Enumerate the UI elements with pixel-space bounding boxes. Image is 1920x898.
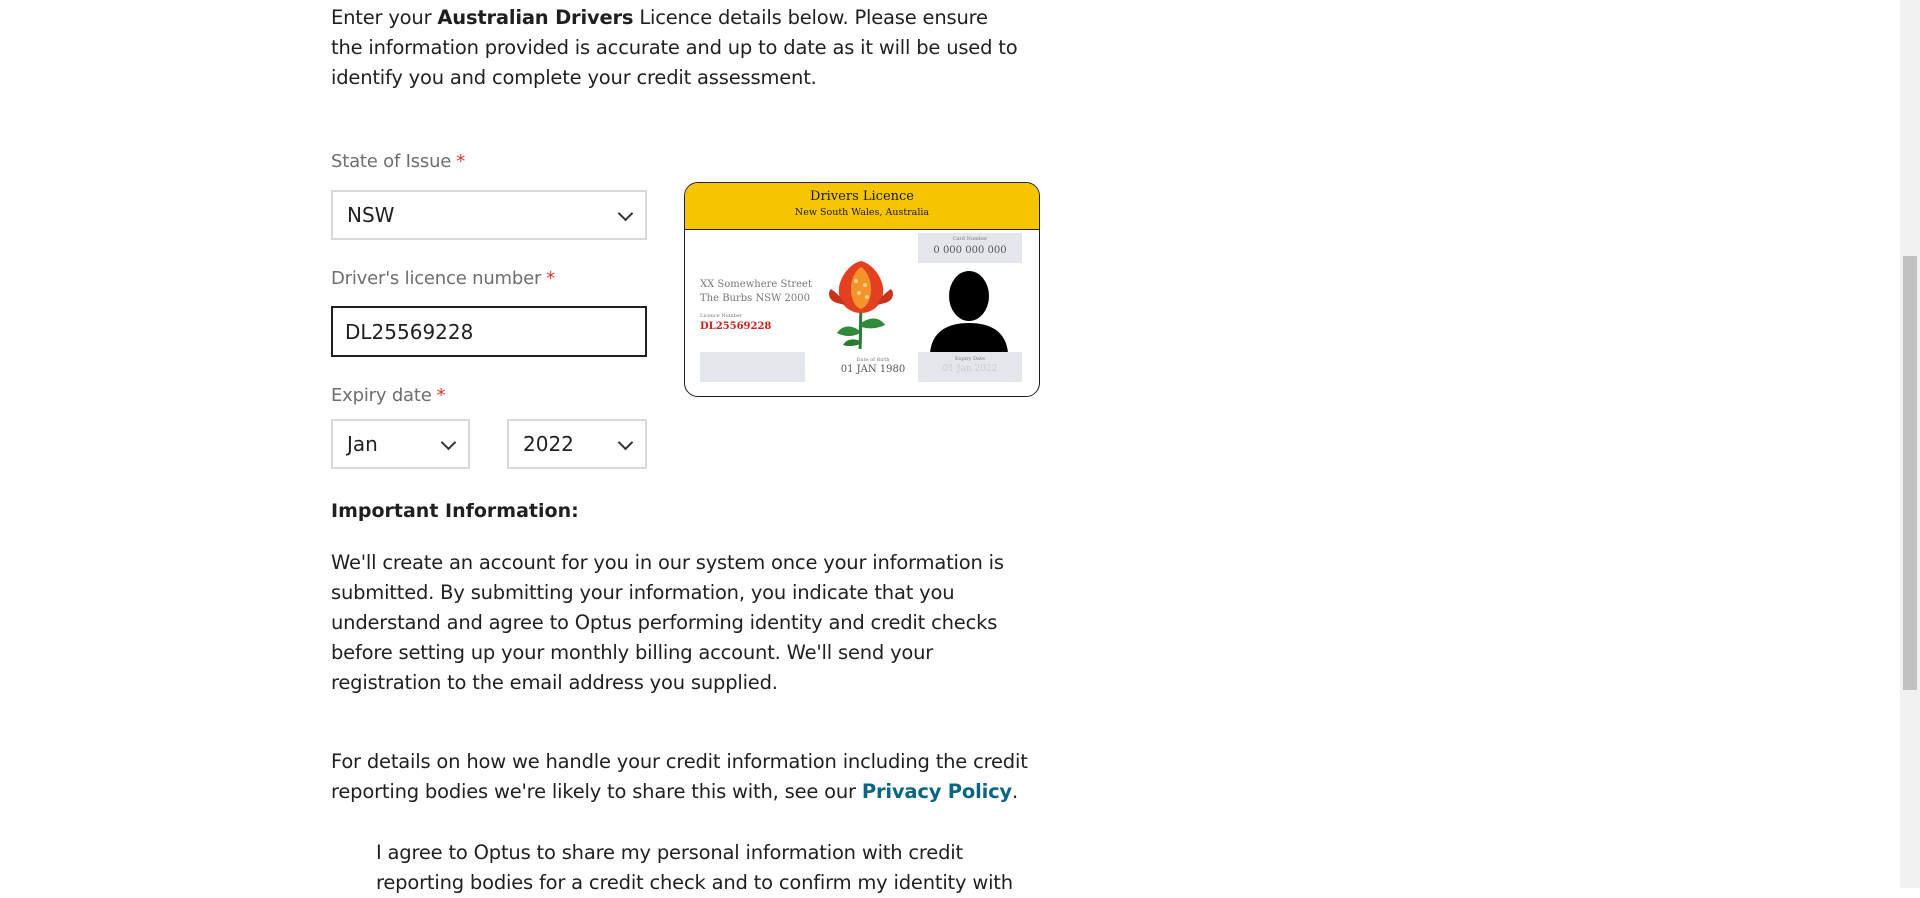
intro-bold: Australian Drivers xyxy=(437,6,634,29)
consent-text: I agree to Optus to share my personal in… xyxy=(376,841,1013,894)
expiry-year-select[interactable]: 2022 xyxy=(507,419,647,469)
card-licence-number: DL25569228 xyxy=(700,321,772,332)
intro-text: Enter your Australian Drivers Licence de… xyxy=(331,3,1021,93)
chevron-down-icon xyxy=(440,434,457,451)
state-of-issue-label: State of Issue * xyxy=(331,151,465,172)
scrollbar-track[interactable] xyxy=(1900,0,1920,888)
state-selected-value: NSW xyxy=(347,203,395,227)
privacy-policy-link[interactable]: Privacy Policy xyxy=(862,780,1012,803)
licence-number-label: Driver's licence number * xyxy=(331,268,555,289)
state-label-text: State of Issue xyxy=(331,151,452,172)
expiry-month-select[interactable]: Jan xyxy=(331,419,470,469)
required-marker: * xyxy=(436,385,446,406)
card-subtitle: New South Wales, Australia xyxy=(794,207,930,218)
expiry-month-value: Jan xyxy=(347,432,378,456)
chevron-down-icon xyxy=(617,205,634,222)
person-silhouette-icon xyxy=(930,271,1008,353)
important-info-paragraph: We'll create an account for you in our s… xyxy=(331,551,1004,694)
dob-label: Date of Birth xyxy=(856,357,890,363)
card-number: 0 000 000 000 xyxy=(933,245,1007,256)
card-title: Drivers Licence xyxy=(810,189,914,204)
privacy-paragraph: For details on how we handle your credit… xyxy=(331,747,1031,807)
signature-box xyxy=(700,352,805,382)
card-number-label: Card Number xyxy=(952,236,988,242)
card-header: Drivers Licence New South Wales, Austral… xyxy=(685,183,1039,230)
sample-licence-card: Drivers Licence New South Wales, Austral… xyxy=(684,182,1040,397)
state-of-issue-select[interactable]: NSW xyxy=(331,190,647,240)
expiry-year-value: 2022 xyxy=(523,432,574,456)
card-dob: 01 JAN 1980 xyxy=(840,364,906,375)
card-expiry: 01 Jan 2022 xyxy=(942,364,998,374)
required-marker: * xyxy=(456,151,465,172)
card-address-line1: XX Somewhere Street xyxy=(700,279,812,290)
scrollbar-thumb[interactable] xyxy=(1903,256,1917,690)
expiry-date-label: Expiry date * xyxy=(331,385,446,406)
card-address-line2: The Burbs NSW 2000 xyxy=(700,293,810,304)
licence-label-text: Driver's licence number xyxy=(331,268,542,289)
expiry-label-text: Expiry date xyxy=(331,385,432,406)
important-info-heading: Important Information: xyxy=(331,500,579,522)
waratah-flower-icon xyxy=(829,261,893,350)
chevron-down-icon xyxy=(617,434,634,451)
card-licence-number-label: Licence Number xyxy=(700,313,743,319)
card-expiry-label: Expiry Date xyxy=(954,356,986,362)
privacy-paragraph-end: . xyxy=(1011,780,1018,803)
intro-prefix: Enter your xyxy=(331,6,438,29)
required-marker: * xyxy=(546,268,555,289)
licence-number-input[interactable] xyxy=(331,306,647,357)
